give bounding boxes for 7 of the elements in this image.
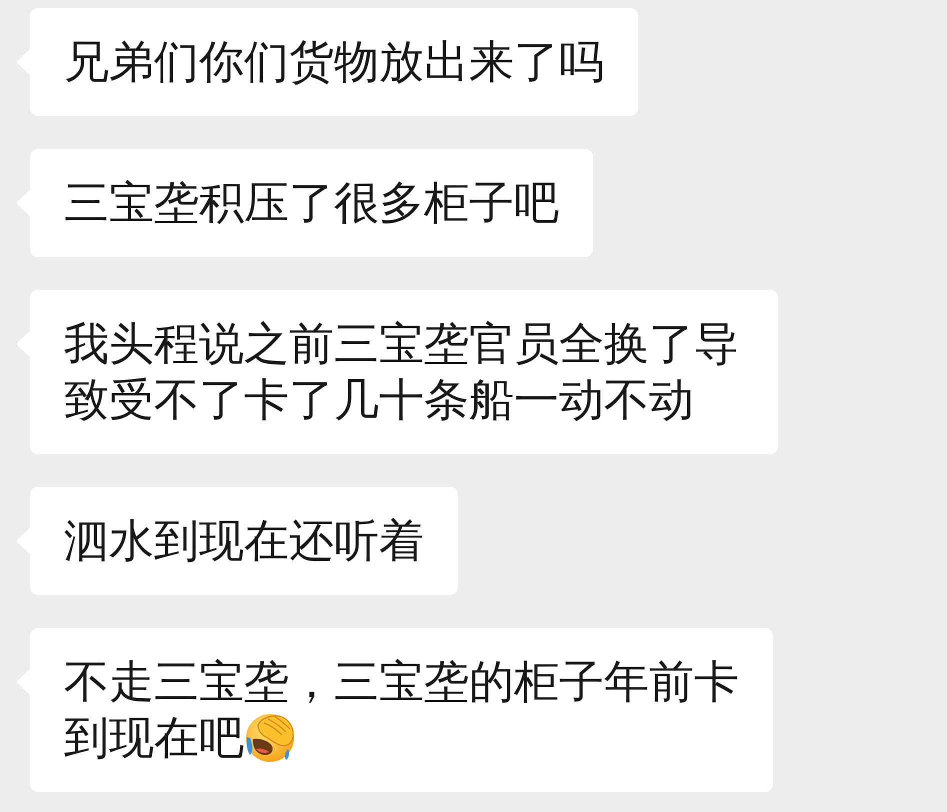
message-text: 泗水到现在还听着 [64,514,424,567]
message-text: 不走三宝垄，三宝垄的柜子年前卡 [64,655,739,708]
facepalm-emoji-icon [244,711,296,763]
message-text: 到现在吧 [64,711,244,764]
message-text: 三宝垄积压了很多柜子吧 [64,176,559,229]
message-text: 我头程说之前三宝垄官员全换了导致受不了卡了几十条船一动不动 [64,317,739,426]
message-text: 兄弟们你们货物放出来了吗 [64,35,604,88]
